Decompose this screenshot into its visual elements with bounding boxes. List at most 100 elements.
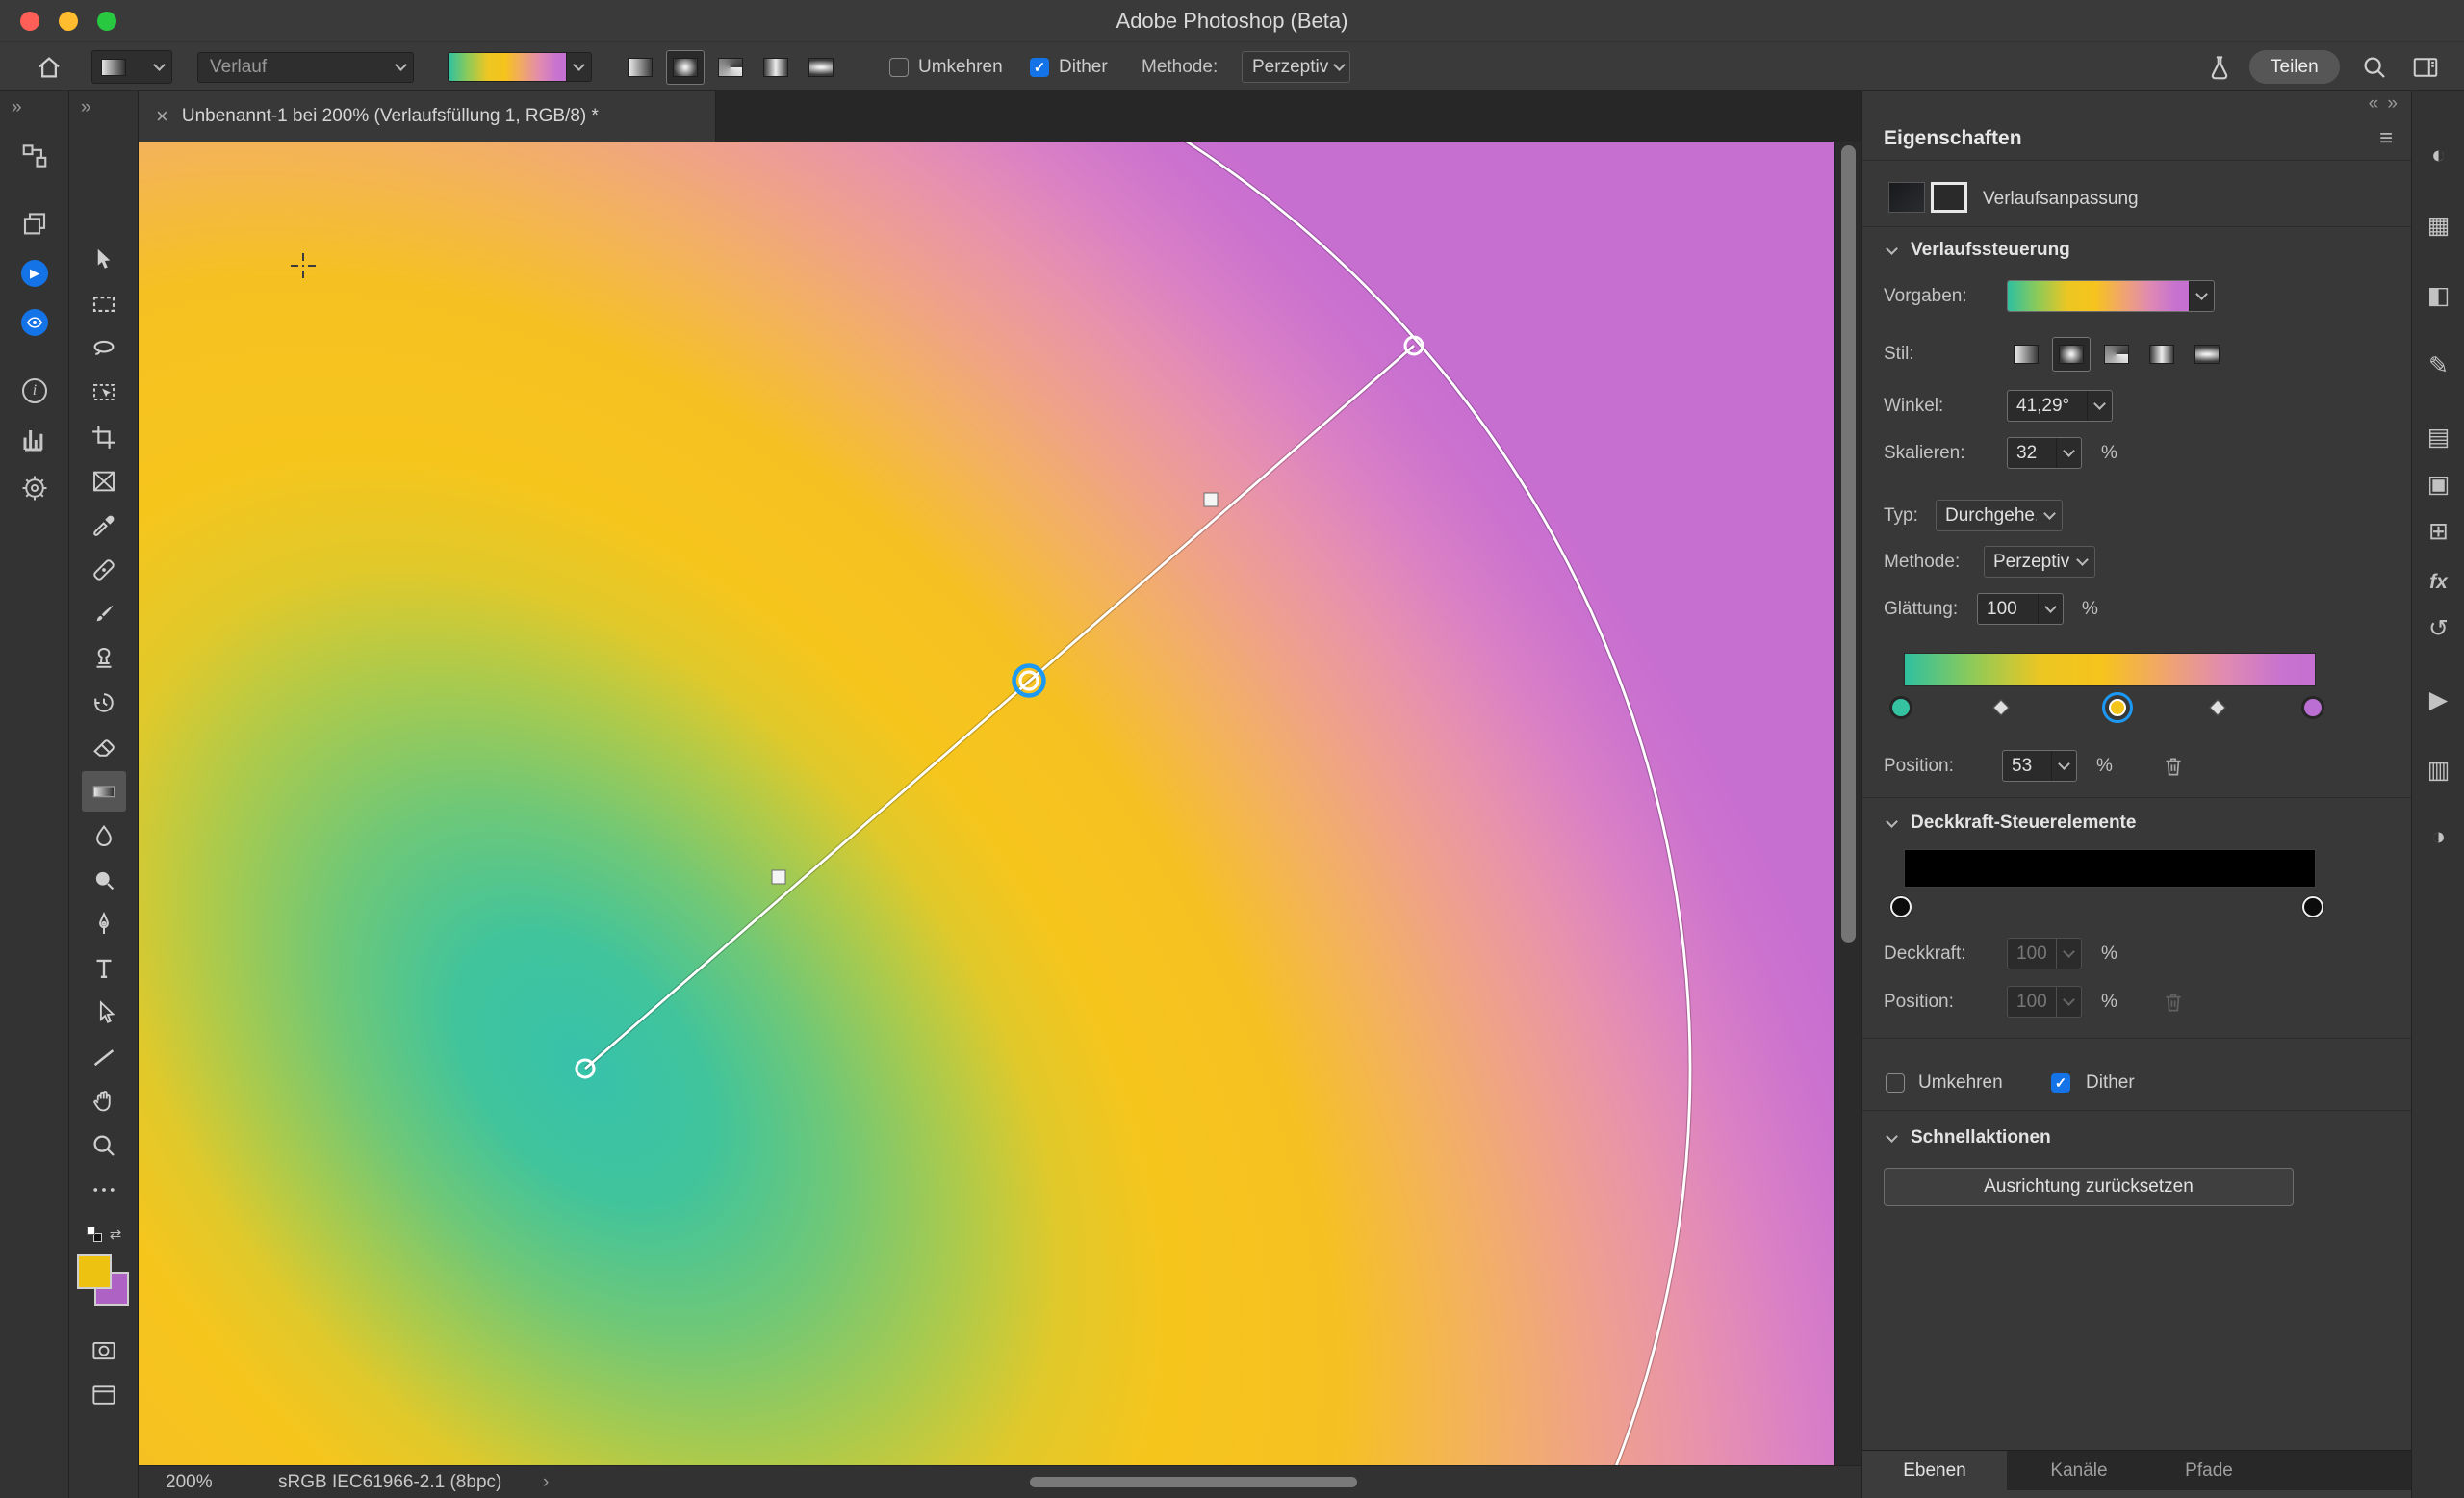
gradient-stop-selected[interactable] [2102, 692, 2133, 723]
dock-chevrons[interactable]: « » [2369, 93, 2398, 115]
chevron-down-icon[interactable] [2038, 594, 2063, 624]
gradient-midpoint-diamond[interactable] [1993, 700, 2010, 716]
tab-ebenen[interactable]: Ebenen [1862, 1451, 2007, 1491]
foreground-color-swatch[interactable] [77, 1254, 112, 1289]
section-verlaufssteuerung[interactable]: Verlaufssteuerung [1862, 235, 2412, 266]
glyphs-panel-icon[interactable]: ⊞ [2412, 517, 2464, 546]
clone-stamp-tool[interactable] [69, 636, 139, 681]
methode-dropdown[interactable]: Perzeptiv [1242, 42, 1350, 91]
libraries-panel-button[interactable] [0, 210, 69, 239]
healing-brush-tool[interactable] [69, 548, 139, 592]
umkehren-checkbox-row[interactable]: Umkehren [889, 42, 1003, 91]
swatches-panel-icon[interactable]: ▦ [2412, 211, 2464, 240]
horizontal-scrollbar-thumb[interactable] [1030, 1477, 1357, 1487]
methode-dropdown[interactable]: Perzeptiv [1984, 546, 2095, 578]
history-panel-icon[interactable]: ↺ [2412, 614, 2464, 643]
swap-colors-button[interactable]: ⇄ [110, 1226, 122, 1243]
dither-checkbox[interactable]: ✓ [1030, 58, 1049, 77]
styles-panel-icon[interactable]: fx [2412, 571, 2464, 594]
shapes-panel-icon[interactable]: ▣ [2412, 470, 2464, 499]
zoom-tool[interactable] [69, 1124, 139, 1168]
expand-dock-button[interactable]: » [12, 97, 19, 118]
marquee-tool[interactable] [69, 282, 139, 326]
dodge-tool[interactable] [69, 858, 139, 902]
comments-panel-icon[interactable]: ◑ [2412, 823, 2464, 851]
canvas-area[interactable] [139, 142, 1834, 1465]
chevron-down-icon[interactable] [2087, 391, 2112, 421]
deckkraft-input[interactable]: 100 [2007, 938, 2082, 969]
midpoint-handle[interactable] [772, 870, 785, 884]
gradient-style-radial-button[interactable] [666, 50, 705, 85]
tab-kanaele[interactable]: Kanäle [2007, 1451, 2151, 1491]
screen-mode-button[interactable] [69, 1373, 139, 1417]
section-schnellaktionen[interactable]: Schnellaktionen [1862, 1123, 2412, 1153]
gradient-style-linear-button[interactable] [621, 50, 659, 85]
collapse-dock-icon[interactable]: « [2369, 93, 2379, 114]
frame-tool[interactable] [69, 459, 139, 504]
gradient-stop-end[interactable] [2302, 697, 2323, 718]
document-tab[interactable]: × Unbenannt-1 bei 200% (Verlaufsfüllung … [139, 91, 716, 142]
stil-radial-button[interactable] [2052, 337, 2091, 372]
properties-tab[interactable]: Eigenschaften [1884, 127, 2022, 150]
gradient-tool[interactable] [69, 769, 139, 814]
stil-diamond-button[interactable] [2188, 337, 2226, 372]
info-panel-button[interactable]: i [0, 378, 69, 403]
crop-tool[interactable] [69, 415, 139, 459]
mask-thumbnail[interactable] [1931, 182, 1967, 213]
layer-thumbnail[interactable] [1888, 182, 1925, 213]
reset-alignment-button[interactable]: Ausrichtung zurücksetzen [1884, 1168, 2294, 1206]
tool-presets-panel-icon[interactable]: ▥ [2412, 756, 2464, 785]
umkehren-checkbox[interactable] [889, 58, 909, 77]
delete-opacity-stop-button[interactable] [2161, 989, 2186, 1016]
vorgaben-dropdown[interactable] [2007, 280, 2215, 312]
gradient-style-angle-button[interactable] [711, 50, 750, 85]
path-selection-tool[interactable] [69, 991, 139, 1035]
histogram-panel-button[interactable] [0, 426, 69, 454]
pen-tool[interactable] [69, 902, 139, 946]
status-chevron-icon[interactable]: › [543, 1472, 549, 1493]
gradient-editor-bar[interactable] [1904, 653, 2316, 686]
color-swatches[interactable] [77, 1254, 135, 1312]
stil-linear-button[interactable] [2007, 337, 2045, 372]
search-button[interactable] [2360, 42, 2389, 91]
type-tool[interactable] [69, 946, 139, 991]
opacity-editor-bar[interactable] [1904, 849, 2316, 888]
history-brush-tool[interactable] [69, 681, 139, 725]
typ-dropdown[interactable]: Durchgehe... [1936, 500, 2063, 531]
hand-tool[interactable] [69, 1079, 139, 1124]
stil-angle-button[interactable] [2097, 337, 2136, 372]
gradient-style-diamond-button[interactable] [802, 50, 840, 85]
gradient-stop-start[interactable] [1890, 697, 1912, 718]
navigator-panel-button[interactable] [0, 474, 69, 503]
edit-toolbar-button[interactable] [69, 1168, 139, 1212]
stil-reflected-button[interactable] [2143, 337, 2181, 372]
winkel-input[interactable]: 41,29° [2007, 390, 2113, 422]
workspace-switcher[interactable] [2410, 42, 2441, 91]
chevron-down-icon[interactable] [2051, 751, 2076, 781]
lasso-tool[interactable] [69, 326, 139, 371]
move-tool[interactable] [69, 238, 139, 282]
object-selection-tool[interactable] [69, 371, 139, 415]
line-tool[interactable] [69, 1035, 139, 1079]
tab-pfade[interactable]: Pfade [2151, 1451, 2267, 1491]
beta-flask-button[interactable] [2205, 42, 2234, 91]
chevron-down-icon[interactable] [2056, 438, 2081, 468]
expand-toolbar-button[interactable]: » [81, 97, 89, 118]
zoom-level[interactable]: 200% [166, 1472, 213, 1493]
glaettung-input[interactable]: 100 [1977, 593, 2064, 625]
position2-input[interactable]: 100 [2007, 986, 2082, 1018]
blur-tool[interactable] [69, 814, 139, 858]
patterns-panel-icon[interactable]: ▤ [2412, 423, 2464, 452]
quick-mask-button[interactable] [69, 1329, 139, 1373]
expand-dock-icon[interactable]: » [2387, 93, 2398, 114]
section-deckkraft[interactable]: Deckkraft-Steuerelemente [1862, 808, 2412, 839]
share-button[interactable]: Teilen [2249, 42, 2340, 91]
home-button[interactable] [35, 42, 64, 91]
midpoint-handle[interactable] [1204, 493, 1218, 506]
play-panel-button[interactable]: ▶ [0, 260, 69, 287]
props-umkehren-checkbox[interactable] [1886, 1073, 1905, 1093]
brush-tool[interactable] [69, 592, 139, 636]
gradient-search-field[interactable]: Verlauf [197, 42, 414, 91]
props-dither-checkbox[interactable]: ✓ [2051, 1073, 2070, 1093]
skalieren-input[interactable]: 32 [2007, 437, 2082, 469]
